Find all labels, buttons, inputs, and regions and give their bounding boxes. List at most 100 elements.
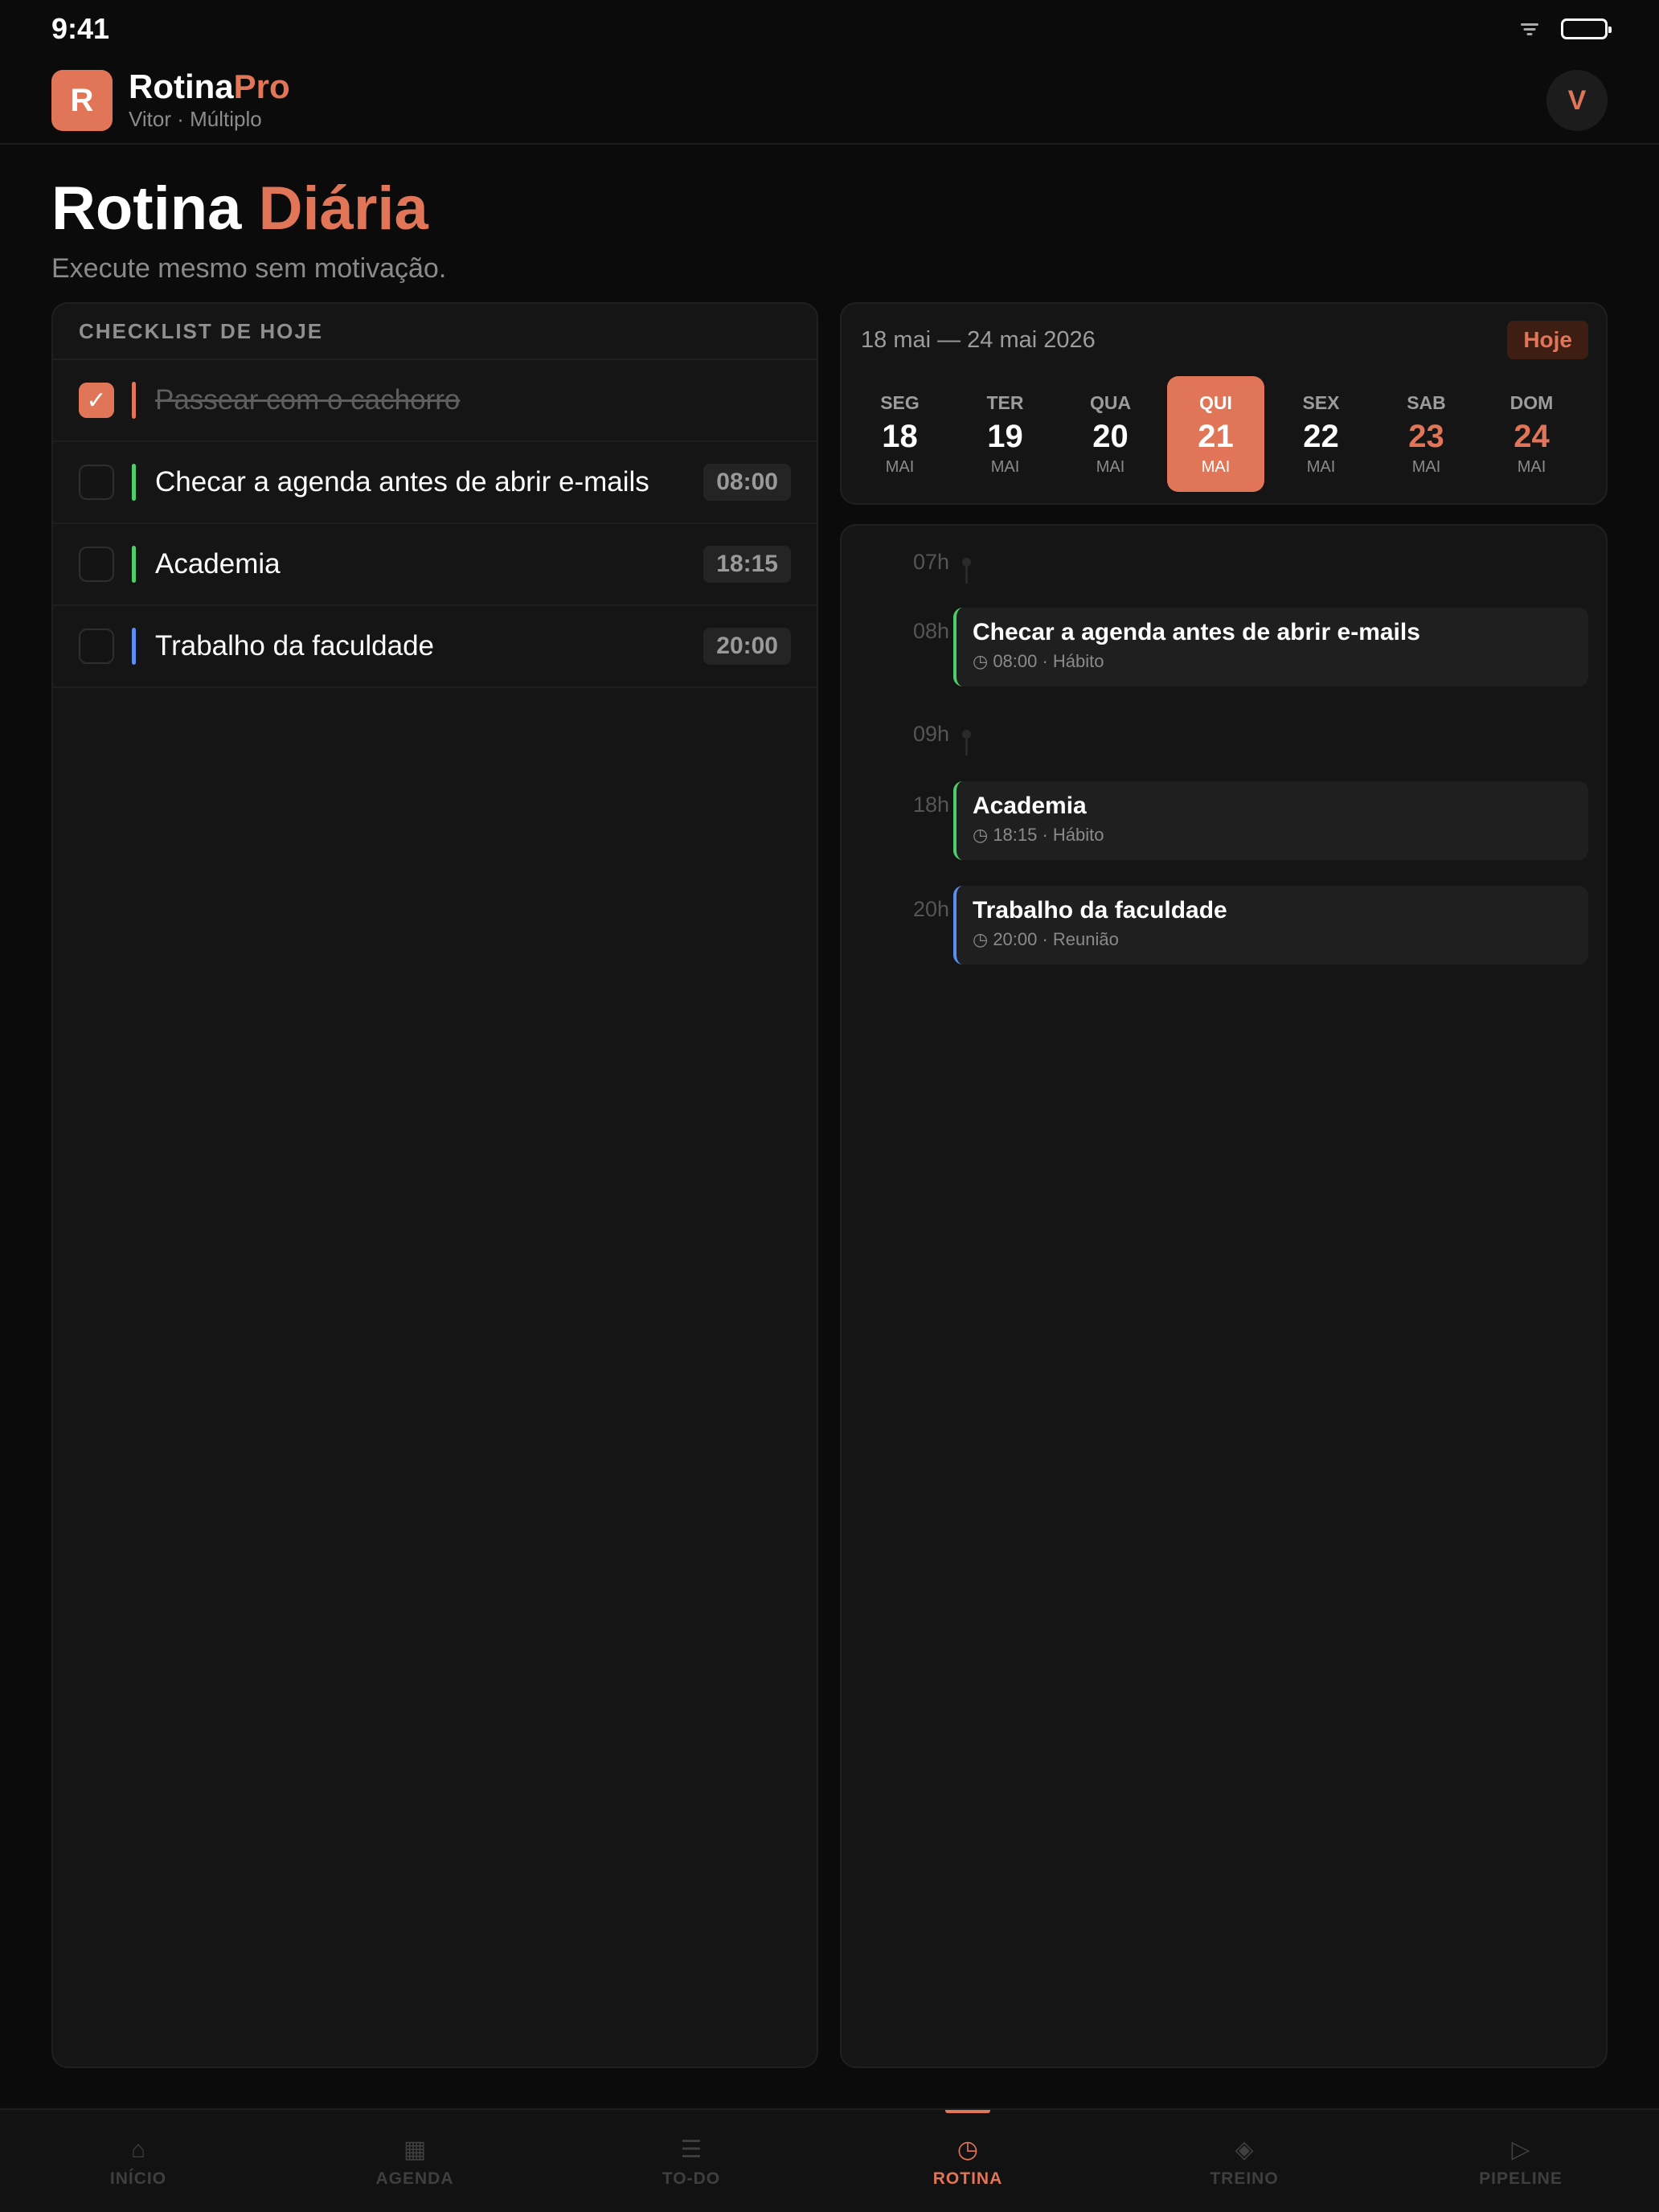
wifi-icon bbox=[1521, 22, 1538, 36]
timeline-event[interactable]: Trabalho da faculdade ◷ 20:00 · Reunião bbox=[953, 886, 1588, 965]
timeline-hour: 20h bbox=[912, 897, 949, 921]
day-name: TER bbox=[986, 391, 1024, 413]
timeline-connector bbox=[965, 566, 968, 584]
tab-rotina[interactable]: ◷ ROTINA bbox=[830, 2110, 1106, 2212]
task-label: Checar a agenda antes de abrir e-mails bbox=[155, 466, 649, 498]
day-month: MAI bbox=[1096, 457, 1125, 476]
day-seg[interactable]: SEG 18 MAI bbox=[851, 376, 948, 492]
day-number: 19 bbox=[987, 418, 1023, 454]
page-title-accent: Diária bbox=[258, 174, 428, 243]
day-name: QUA bbox=[1089, 391, 1132, 413]
task-label: Trabalho da faculdade bbox=[155, 630, 435, 662]
day-ter[interactable]: TER 19 MAI bbox=[956, 376, 1054, 492]
day-month: MAI bbox=[1517, 457, 1546, 476]
category-color-bar bbox=[132, 464, 136, 501]
page-title: Rotina Diária bbox=[51, 178, 428, 240]
category-color-bar bbox=[132, 546, 136, 583]
day-number: 24 bbox=[1514, 418, 1550, 454]
event-title: Trabalho da faculdade bbox=[973, 897, 1227, 924]
checklist-item[interactable]: ✓ Passear com o cachorro bbox=[53, 360, 817, 442]
day-sab[interactable]: SAB 23 MAI bbox=[1378, 376, 1475, 492]
checkbox[interactable] bbox=[79, 547, 114, 582]
app-header: R RotinaPro Vitor · Múltiplo V bbox=[0, 58, 1659, 145]
clock-icon: ◷ bbox=[973, 651, 993, 671]
timeline-card: 07h 08h Checar a agenda antes de abrir e-m… bbox=[840, 524, 1608, 2068]
status-bar: 9:41 bbox=[0, 0, 1659, 58]
timeline-hour: 08h bbox=[912, 619, 949, 643]
clock-icon: ◷ bbox=[973, 929, 993, 949]
day-qua[interactable]: QUA 20 MAI bbox=[1062, 376, 1159, 492]
app-logo: R bbox=[51, 70, 113, 131]
brand-accent: Pro bbox=[233, 68, 290, 106]
task-time: 08:00 bbox=[703, 464, 791, 501]
checkbox[interactable]: ✓ bbox=[79, 383, 114, 418]
day-name: SEG bbox=[880, 391, 920, 413]
category-color-bar bbox=[132, 628, 136, 665]
task-label: Academia bbox=[155, 548, 281, 580]
avatar[interactable]: V bbox=[1546, 70, 1608, 131]
tab-to-do[interactable]: ☰ TO-DO bbox=[553, 2110, 830, 2212]
day-month: MAI bbox=[1411, 457, 1441, 476]
checklist-item[interactable]: Checar a agenda antes de abrir e-mails 08… bbox=[53, 442, 817, 524]
tab-label: TO-DO bbox=[662, 2169, 721, 2188]
event-meta-text: 08:00 · Hábito bbox=[993, 651, 1104, 671]
today-button[interactable]: Hoje bbox=[1507, 321, 1588, 359]
week-range: 18 mai — 24 mai 2026 bbox=[861, 326, 1096, 353]
category-color-bar bbox=[132, 382, 136, 419]
tab-label: AGENDA bbox=[375, 2169, 454, 2188]
day-month: MAI bbox=[990, 457, 1020, 476]
task-time: 18:15 bbox=[703, 546, 791, 583]
brand-subtitle: Vitor · Múltiplo bbox=[129, 106, 262, 131]
week-days: SEG 18 MAI TER 19 MAI QUA 20 MAI QUI 21 MAI SEX 22 MAI… bbox=[842, 376, 1606, 492]
status-time: 9:41 bbox=[51, 12, 110, 45]
tab-pipeline[interactable]: ▷ PIPELINE bbox=[1382, 2110, 1659, 2212]
tab-label: PIPELINE bbox=[1479, 2169, 1563, 2188]
list-icon: ☰ bbox=[680, 2136, 703, 2163]
day-sex[interactable]: SEX 22 MAI bbox=[1272, 376, 1370, 492]
tab-treino[interactable]: ◈ TREINO bbox=[1106, 2110, 1382, 2212]
task-time: 20:00 bbox=[703, 628, 791, 665]
clock-icon: ◷ bbox=[973, 825, 993, 845]
checklist-item[interactable]: Trabalho da faculdade 20:00 bbox=[53, 606, 817, 688]
tab-agenda[interactable]: ▦ AGENDA bbox=[276, 2110, 553, 2212]
day-number: 23 bbox=[1408, 418, 1444, 454]
checkbox[interactable] bbox=[79, 465, 114, 500]
day-name: SAB bbox=[1407, 391, 1446, 413]
timeline-event[interactable]: Academia ◷ 18:15 · Hábito bbox=[953, 781, 1588, 860]
timeline-event[interactable]: Checar a agenda antes de abrir e-mails ◷ … bbox=[953, 608, 1588, 686]
play-icon: ▷ bbox=[1511, 2136, 1530, 2163]
page-title-main: Rotina bbox=[51, 174, 242, 243]
page-subtitle: Execute mesmo sem motivação. bbox=[51, 253, 447, 284]
tab-label: TREINO bbox=[1210, 2169, 1279, 2188]
timeline-hour: 09h bbox=[912, 722, 949, 746]
day-dom[interactable]: DOM 24 MAI bbox=[1483, 376, 1580, 492]
event-meta-text: 20:00 · Reunião bbox=[993, 929, 1119, 949]
day-name: QUI bbox=[1199, 391, 1232, 413]
tab-label: ROTINA bbox=[932, 2169, 1003, 2188]
day-name: DOM bbox=[1509, 391, 1554, 413]
diamond-icon: ◈ bbox=[1235, 2136, 1254, 2163]
day-qui[interactable]: QUI 21 MAI bbox=[1167, 376, 1264, 492]
brand-name: RotinaPro bbox=[129, 69, 290, 104]
timeline-hour: 18h bbox=[912, 793, 949, 817]
tab-início[interactable]: ⌂ INÍCIO bbox=[0, 2110, 276, 2212]
checkbox[interactable] bbox=[79, 629, 114, 664]
event-meta: ◷ 20:00 · Reunião bbox=[973, 929, 1572, 950]
checklist-header: CHECKLIST DE HOJE bbox=[53, 304, 817, 360]
brand: RotinaPro Vitor · Múltiplo bbox=[129, 69, 290, 131]
day-number: 22 bbox=[1303, 418, 1339, 454]
clock-icon: ◷ bbox=[956, 2136, 979, 2163]
checklist-card: CHECKLIST DE HOJE ✓ Passear com o cachorr… bbox=[51, 302, 818, 2068]
brand-primary: Rotina bbox=[129, 68, 234, 106]
task-label: Passear com o cachorro bbox=[155, 384, 461, 416]
day-month: MAI bbox=[1306, 457, 1336, 476]
checklist-item[interactable]: Academia 18:15 bbox=[53, 524, 817, 606]
day-name: SEX bbox=[1302, 391, 1340, 413]
timeline-hour: 07h bbox=[912, 550, 949, 574]
home-icon: ⌂ bbox=[130, 2136, 146, 2163]
day-number: 21 bbox=[1198, 418, 1234, 454]
battery-icon bbox=[1561, 18, 1612, 39]
status-icons bbox=[1521, 18, 1612, 39]
event-title: Checar a agenda antes de abrir e-mails bbox=[973, 619, 1420, 645]
day-month: MAI bbox=[1201, 457, 1231, 476]
